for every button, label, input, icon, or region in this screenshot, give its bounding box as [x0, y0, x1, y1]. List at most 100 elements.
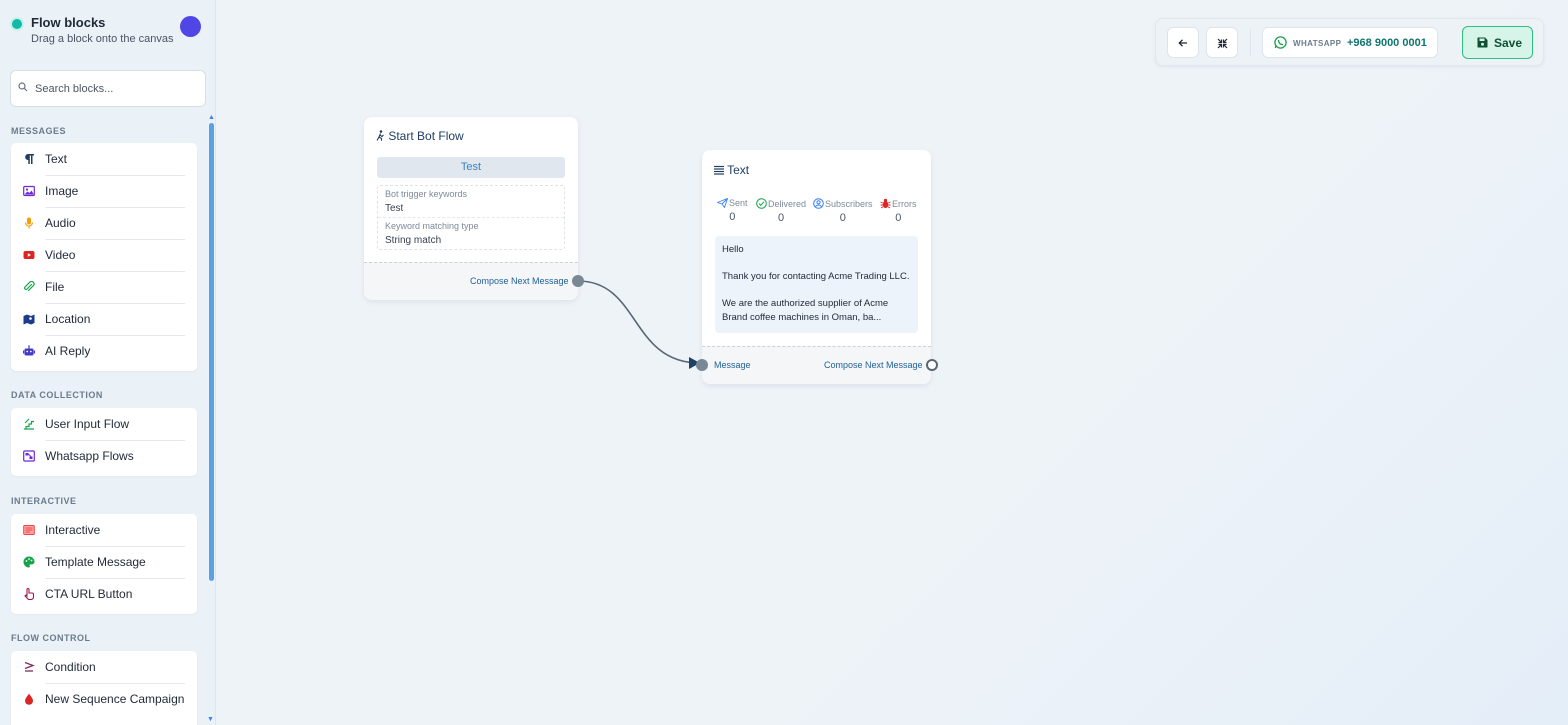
- block-item-label: User Input Flow: [45, 417, 130, 431]
- block-item-label: Whatsapp Flows: [45, 449, 134, 463]
- hand-pointer-icon: [24, 588, 35, 600]
- paper-plane-icon: [717, 198, 728, 208]
- block-item-user-input-flow[interactable]: User Input Flow: [11, 408, 197, 440]
- compress-icon: [1217, 38, 1228, 49]
- block-item-location[interactable]: Location: [11, 303, 197, 335]
- block-item-audio[interactable]: Audio: [11, 207, 197, 239]
- stat-delivered: Delivered 0: [756, 198, 806, 224]
- block-item-cta-url-button[interactable]: CTA URL Button: [11, 578, 197, 610]
- message-input-label: Message: [714, 360, 751, 370]
- block-item-label: Audio: [45, 216, 76, 230]
- stat-label: Errors: [892, 198, 917, 209]
- block-item-interactive[interactable]: Interactive: [11, 514, 197, 546]
- block-item-video[interactable]: Video: [11, 239, 197, 271]
- avatar[interactable]: [180, 16, 201, 37]
- arrow-left-icon: [1178, 39, 1187, 47]
- save-button[interactable]: Save: [1462, 26, 1533, 59]
- status-dot-icon: [12, 19, 22, 29]
- scroll-up-arrow-icon[interactable]: ▲: [208, 114, 215, 121]
- block-item-label: AI Reply: [45, 344, 91, 358]
- stat-label: Delivered: [768, 198, 807, 209]
- divider: [378, 217, 564, 218]
- message-preview: Hello Thank you for contacting Acme Trad…: [715, 236, 918, 333]
- map-location-icon: [23, 314, 35, 325]
- interactive-block-list: Interactive Template Message CTA URL But…: [11, 514, 197, 614]
- keywords-value: Test: [385, 203, 404, 214]
- paperclip-icon: [24, 281, 35, 292]
- block-item-template-message[interactable]: Template Message: [11, 546, 197, 578]
- scroll-down-arrow-icon[interactable]: ▼: [207, 716, 214, 723]
- start-node-title: Start Bot Flow: [376, 129, 464, 143]
- sidebar-scrollbar-thumb[interactable]: [209, 123, 214, 581]
- data-collection-block-list: User Input Flow Whatsapp Flows: [11, 408, 197, 476]
- text-node-footer: Message Compose Next Message: [702, 346, 931, 384]
- messages-block-list: Text Image Audio Video File Location AI …: [11, 143, 197, 371]
- stat-value: 0: [895, 212, 902, 224]
- section-title-messages: MESSAGES: [11, 126, 67, 136]
- channel-label: WHATSAPP: [1293, 39, 1342, 48]
- flow-form-icon: [23, 450, 35, 462]
- matching-type-value: String match: [385, 235, 442, 246]
- message-line: We are the authorized supplier of Acme B…: [722, 298, 889, 323]
- block-item-label: Interactive: [45, 523, 101, 537]
- message-line: Hello: [722, 244, 744, 255]
- stat-value: 0: [839, 212, 846, 224]
- flow-control-block-list: Condition New Sequence Campaign: [11, 651, 197, 725]
- output-handle[interactable]: [572, 275, 584, 287]
- drop-icon: [25, 693, 33, 705]
- stairs-icon: [24, 418, 34, 430]
- section-title-flow-control: FLOW CONTROL: [11, 633, 91, 643]
- paragraph-icon: [25, 154, 34, 164]
- text-node-title-text: Text: [727, 163, 750, 177]
- stat-label: Subscribers: [825, 198, 873, 209]
- canvas-toolbar: WHATSAPP +968 9000 0001 Save: [1155, 18, 1544, 66]
- back-button[interactable]: [1167, 27, 1199, 58]
- stat-sent: Sent 0: [717, 198, 748, 223]
- message-line: Thank you for contacting Acme Trading LL…: [722, 271, 910, 282]
- block-item-label: Video: [45, 248, 76, 262]
- stat-value: 0: [777, 212, 785, 224]
- block-item-label: Condition: [45, 660, 96, 674]
- sidebar-subtitle: Drag a block onto the canvas: [31, 33, 174, 45]
- search-input[interactable]: [35, 79, 195, 99]
- video-icon: [23, 251, 35, 259]
- list-card-icon: [23, 525, 35, 535]
- stat-value: 0: [729, 211, 736, 223]
- block-item-whatsapp-flows[interactable]: Whatsapp Flows: [11, 440, 197, 472]
- block-item-label: File: [45, 280, 65, 294]
- block-item-label: CTA URL Button: [45, 587, 133, 601]
- start-bot-flow-node[interactable]: Start Bot Flow Test Bot trigger keywords…: [364, 117, 584, 300]
- block-search[interactable]: [10, 70, 206, 107]
- block-item-label: Location: [45, 312, 91, 326]
- block-item-new-sequence-campaign[interactable]: New Sequence Campaign: [11, 683, 197, 715]
- keywords-label: Bot trigger keywords: [385, 189, 468, 199]
- block-item-image[interactable]: Image: [11, 175, 197, 207]
- flow-blocks-sidebar: Flow blocks Drag a block onto the canvas…: [0, 0, 216, 725]
- sidebar-header: Flow blocks Drag a block onto the canvas: [10, 14, 206, 50]
- search-icon: [18, 82, 28, 92]
- toolbar-divider: [1250, 29, 1251, 56]
- exit-fullscreen-button[interactable]: [1206, 27, 1238, 58]
- section-title-data-collection: DATA COLLECTION: [11, 390, 103, 400]
- compose-next-message-label: Compose Next Message: [824, 360, 923, 370]
- whatsapp-icon: [1274, 36, 1287, 49]
- whatsapp-channel-badge[interactable]: WHATSAPP +968 9000 0001: [1262, 27, 1438, 58]
- matching-type-label: Keyword matching type: [385, 221, 479, 231]
- block-item-label: New Sequence Campaign: [45, 692, 185, 706]
- text-node-title: Text: [714, 163, 749, 177]
- user-circle-icon: [813, 198, 824, 209]
- block-item-label: Image: [45, 184, 79, 198]
- input-handle[interactable]: [696, 359, 708, 371]
- block-item-file[interactable]: File: [11, 271, 197, 303]
- lines-icon: [714, 165, 724, 175]
- phone-number: +968 9000 0001: [1347, 37, 1427, 49]
- sidebar-title: Flow blocks: [31, 15, 106, 30]
- text-message-node[interactable]: Text Sent 0 Delivered 0 Subscribers 0 Er…: [696, 150, 938, 384]
- block-item-ai-reply[interactable]: AI Reply: [11, 335, 197, 367]
- palette-icon: [23, 556, 35, 568]
- block-item-condition[interactable]: Condition: [11, 651, 197, 683]
- block-item-text[interactable]: Text: [11, 143, 197, 175]
- stat-label: Sent: [729, 198, 748, 208]
- output-handle[interactable]: [926, 359, 938, 371]
- test-trigger-button[interactable]: Test: [377, 157, 565, 178]
